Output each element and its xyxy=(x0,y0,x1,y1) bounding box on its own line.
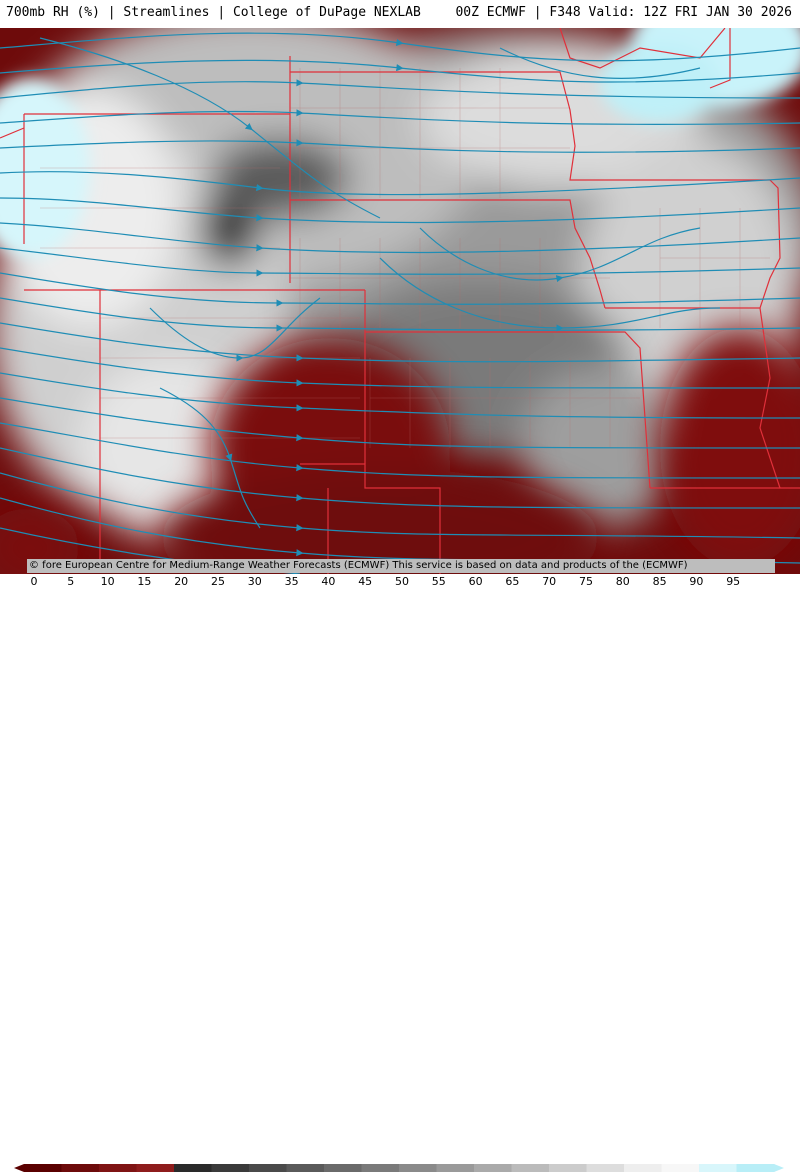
legend-swatch xyxy=(61,1164,100,1172)
legend-swatch xyxy=(699,1164,737,1172)
legend-swatch xyxy=(324,1164,362,1172)
legend-swatch xyxy=(549,1164,587,1172)
legend: 0 5 10 15 20 25 30 35 40 45 50 55 60 65 70 75 80 85 90 95 xyxy=(0,574,800,1172)
legend-tick: 15 xyxy=(137,575,152,588)
legend-tick: 90 xyxy=(689,575,704,588)
legend-swatch xyxy=(511,1164,550,1172)
legend-swatch xyxy=(586,1164,625,1172)
ecmwf-credit: © fore European Centre for Medium-Range … xyxy=(27,559,775,573)
legend-swatch xyxy=(211,1164,250,1172)
legend-tick: 70 xyxy=(542,575,557,588)
legend-tick: 0 xyxy=(30,575,38,588)
legend-swatch xyxy=(249,1164,287,1172)
legend-swatch xyxy=(399,1164,437,1172)
legend-swatch xyxy=(174,1164,212,1172)
legend-swatch xyxy=(474,1164,512,1172)
legend-swatch xyxy=(624,1164,662,1172)
legend-swatch xyxy=(661,1164,700,1172)
legend-tick: 20 xyxy=(174,575,189,588)
legend-tick: 80 xyxy=(615,575,630,588)
legend-tick: 75 xyxy=(579,575,593,588)
legend-tick: 50 xyxy=(395,575,409,588)
legend-tick: 85 xyxy=(652,575,667,588)
legend-swatch xyxy=(361,1164,400,1172)
legend-swatch xyxy=(99,1164,137,1172)
legend-tick: 30 xyxy=(247,575,262,588)
map-panel xyxy=(0,28,800,574)
legend-tick: 35 xyxy=(284,575,299,588)
legend-colorbar xyxy=(14,1164,784,1172)
legend-tick: 10 xyxy=(100,575,115,588)
legend-swatch xyxy=(436,1164,475,1172)
product-title: 700mb RH (%) | Streamlines | College of … xyxy=(6,5,421,20)
legend-swatch xyxy=(24,1164,62,1172)
legend-swatch xyxy=(736,1164,775,1172)
legend-tick: 5 xyxy=(67,575,75,588)
title-bar: 700mb RH (%) | Streamlines | College of … xyxy=(0,0,800,28)
legend-arrow-left xyxy=(14,1164,24,1172)
legend-swatch xyxy=(136,1164,175,1172)
legend-tick: 95 xyxy=(726,575,741,588)
valid-time-title: 00Z ECMWF | F348 Valid: 12Z FRI JAN 30 2… xyxy=(455,5,792,20)
legend-tick: 65 xyxy=(505,575,520,588)
legend-arrow-right xyxy=(774,1164,784,1172)
legend-tick: 40 xyxy=(321,575,336,588)
legend-tick: 55 xyxy=(431,575,446,588)
legend-tick: 60 xyxy=(468,575,483,588)
legend-tick: 25 xyxy=(211,575,225,588)
legend-tick: 45 xyxy=(358,575,373,588)
legend-swatch xyxy=(286,1164,325,1172)
